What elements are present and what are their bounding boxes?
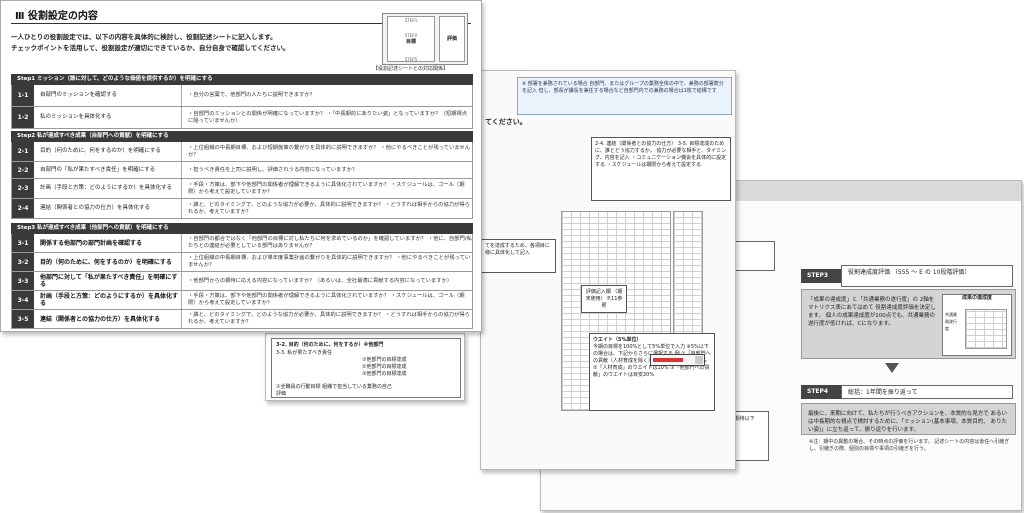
row-checkpoint: ・自部門のミッションとの関係が明確になっていますか？ ・「中長期的にありたい姿」…	[188, 110, 468, 124]
step2-header: Step2 私が達成すべき成果（自部門への貢献）を明確にする	[11, 131, 473, 142]
matrix-axis-label: 共通業務遂行度	[945, 312, 957, 331]
row-number: 2-4	[12, 199, 34, 218]
thumbnail-step2: STEP2	[404, 33, 418, 38]
row-checkpoint: ・上位組織の中長期目標、および単年度事業計画の繋がりを具体的に説明できますか？ …	[188, 255, 471, 268]
dropdown-arrow-icon	[695, 356, 703, 364]
table-row: 2-2 自部門の「私が果たすべき責任」を明確にする ・担うべき責任を上司に説明し…	[11, 162, 473, 179]
row-number: 3-5	[12, 310, 34, 328]
table-row: 2-4 連結（関係者との協力の仕方）を具体化する ・誰と、どのタイミングで、どの…	[11, 199, 473, 219]
middle-page-sheet-explanation: ※ 部署を兼務されている場合 自部門、またはグループの業務全体の中で、兼務の部署…	[480, 70, 736, 470]
step4-description: 総括：1年間を振り返って	[841, 385, 1013, 399]
table-row: 2-1 目的（何のために、何をするのか）を明確にする ・上位組織の中長期目標、お…	[11, 142, 473, 162]
row-label: 関係する他部門の部門計画を確認する	[40, 234, 182, 252]
weight-title: ウエイト（5%単位）	[593, 337, 642, 343]
step3-label: STEP3	[801, 269, 841, 283]
row-label: 他部門に対して「私が果たすべき責任」を明確にする	[40, 272, 182, 290]
row-number: 3-4	[12, 291, 34, 309]
row-label: 目的（何のために、何をするのか）を明確にする	[40, 142, 182, 161]
step3-explanation-box: 「成果の達成度」と「共通業務の遂行度」の 2軸をマトリクス表にあてはめて 役割達…	[801, 289, 1016, 359]
step1-header: Step1 ミッション（誰に対して、どのような価値を提供するか）を明確にする	[11, 74, 473, 85]
row-checkpoint: ・自部門の都合ではなく「他部門の目標に対し私たちに何を求めているのか」を確認して…	[188, 236, 472, 249]
step4-label: STEP4	[801, 385, 841, 399]
concurrent-dept-note: ※ 部署を兼務されている場合 自部門、またはグループの業務全体の中で、兼務の部署…	[517, 77, 732, 115]
excerpt-row-purpose: 3-2. 目的（何のために、何をするか）※他部門	[276, 342, 384, 348]
row-label: 私のミッションを具体化する	[40, 107, 182, 128]
table-row: 3-4 計画（手段と方策：どのようにするか）を具体化する ・手段・方策は、部下や…	[11, 291, 473, 310]
row-number: 3-3	[12, 272, 34, 290]
weight-callout: ウエイト（5%単位） 今期の目標を100%として5%単位で入力 ※5%以下の場合…	[589, 333, 715, 411]
row-checkpoint: ・手段・方策は、部下や他部門の関係者が理解できるように具体化されていますか？ ・…	[188, 293, 465, 306]
table-row: 3-1 関係する他部門の部門計画を確認する ・自部門の都合ではなく「他部門の目標…	[11, 234, 473, 253]
row-checkpoint: ・手段・方策は、部下や他部門の関係者が理解できるように具体化されていますか？ ・…	[188, 181, 465, 195]
sheet-reference-note: 【役割記述シートとの対応関係】	[373, 66, 448, 72]
row-checkpoint: ・誰と、どのタイミングで、どのような協力が必要か、具体的に説明できますか？ ・ど…	[188, 312, 470, 325]
form-excerpt-page: 3-2. 目的（何のために、何をするか）※他部門 3-3. 私が果たすべき責任 …	[265, 333, 465, 401]
dropdown-highlight	[653, 358, 683, 362]
excerpt-row-responsibility: 3-3. 私が果たすべき責任	[276, 350, 332, 356]
excerpt-option-3: ③他部門の目標達成	[362, 371, 407, 377]
form-excerpt-table: 3-2. 目的（何のために、何をするか）※他部門 3-3. 私が果たすべき責任 …	[271, 338, 461, 398]
thumbnail-goal: 目標	[405, 39, 416, 45]
page-title: Ⅲ 役割設定の内容	[15, 11, 98, 22]
flow-arrow	[885, 363, 899, 373]
headline-fragment: てください。	[485, 118, 527, 126]
step3-explanation: 「成果の達成度」と「共通業務の遂行度」の 2軸をマトリクス表にあてはめて 役割達…	[808, 297, 936, 327]
row-label: 目的（何のために、何をするのか）を明確にする	[40, 253, 182, 271]
step3-description: 役割達成度評価 （555 ～ E の 10段階評価）	[841, 265, 1013, 287]
callout-evaluation: 評価記入欄 （期末使用） P.11参照	[581, 285, 627, 313]
sheet-thumbnail: STEP1 STEP2 目標 STEP5 評価	[382, 13, 468, 65]
row-label: 連結（関係者との協力の仕方）を具体化する	[40, 199, 182, 218]
weight-dropdown-sample	[650, 354, 705, 366]
matrix-title: 成果の達成度	[961, 295, 992, 301]
table-row: 3-3 他部門に対して「私が果たすべき責任」を明確にする ・他部門からの期待に応…	[11, 272, 473, 291]
row-label: 連結（関係者との協力の仕方）を具体化する	[40, 310, 182, 328]
intro-line-1: 一人ひとりの役割設定では、以下の内容を具体的に検討し、役割記述シートに記入します…	[11, 33, 277, 41]
intro-line-2: チェックポイントを活用して、役割設定が適切にできているか、自分自身で確認してくだ…	[11, 44, 290, 52]
table-row: 3-2 目的（何のために、何をするのか）を明確にする ・上位組織の中長期目標、お…	[11, 253, 473, 272]
row-checkpoint: ・上位組織の中長期目標、および短期施策の繋がりを具体的に説明できますか？ ・他に…	[188, 144, 470, 158]
table-row: 2-3 計画（手段と方策：どのようにするか）を具体化する ・手段・方策は、部下や…	[11, 179, 473, 199]
row-number: 2-1	[12, 142, 34, 161]
row-number: 2-2	[12, 162, 34, 178]
table-row: 1-2 私のミッションを具体化する ・自部門のミッションとの関係が明確になってい…	[11, 107, 473, 129]
thumbnail-right-column: 評価	[439, 16, 465, 62]
table-row: 1-1 自部門のミッションを確認する ・自分の言葉で、他部門の人たちに説明できま…	[11, 85, 473, 107]
thumbnail-left-column: STEP1 STEP2 目標 STEP5	[387, 16, 435, 62]
evaluation-matrix: 成果の達成度 共通業務遂行度	[942, 294, 1012, 356]
callout-cooperation: 2-4. 連結（関係者との協力の仕方） 3-5. 目標達成のために、誰とどう協力…	[591, 137, 731, 201]
excerpt-footer: ①全職員の行動目標 組織で担当している業務の自己評価	[276, 384, 392, 397]
step3-header: Step3 私が達成すべき成果（他部門への貢献）を明確にする	[11, 223, 473, 234]
excerpt-option-1: ①他部門の目標達成	[362, 357, 407, 363]
excerpt-option-2: ②他部門の目標達成	[362, 364, 407, 370]
table-row: 3-5 連結（関係者との協力の仕方）を具体化する ・誰と、どのタイミングで、どの…	[11, 310, 473, 329]
thumbnail-evaluation: 評価	[446, 35, 457, 42]
footnote: ※注：期中の異動の場合、その時点の評価を行います。 記述シートの内容は後任へ引継…	[809, 439, 1010, 452]
row-label: 計画（手段と方策：どのようにするか）を具体化する	[40, 179, 182, 198]
row-number: 2-3	[12, 179, 34, 198]
row-number: 1-2	[12, 107, 34, 128]
step4-explanation: 最後に、来期に向けて、私たちが行うべきアクションを、本質的な見方で あるいは中長…	[801, 403, 1016, 435]
thumbnail-step1: STEP1	[404, 18, 418, 23]
matrix-grid	[965, 309, 1007, 349]
row-label: 自部門のミッションを確認する	[40, 85, 182, 106]
row-checkpoint: ・他部門からの期待に応える内容になっていますか？（あるいは、全社最適に貢献する内…	[188, 277, 453, 284]
row-label: 自部門の「私が果たすべき責任」を明確にする	[40, 162, 182, 178]
thumbnail-step5: STEP5	[404, 57, 418, 62]
front-page-role-setting: Ⅲ 役割設定の内容 一人ひとりの役割設定では、以下の内容を具体的に検討し、役割記…	[0, 0, 482, 332]
callout-specify: てを達成するため、各項目に 様に具体化して記入	[481, 239, 556, 273]
row-checkpoint: ・誰と、どのタイミングで、どのような協力が必要か、具体的に説明できますか？ ・ど…	[188, 201, 470, 215]
row-number: 3-1	[12, 234, 34, 252]
row-checkpoint: ・担うべき責任を上司に説明し、評価されうる内容になっていますか？	[188, 166, 358, 173]
row-number: 1-1	[12, 85, 34, 106]
row-checkpoint: ・自分の言葉で、他部門の人たちに説明できますか？	[188, 92, 315, 98]
row-label: 計画（手段と方策：どのようにするか）を具体化する	[40, 291, 182, 309]
row-number: 3-2	[12, 253, 34, 271]
